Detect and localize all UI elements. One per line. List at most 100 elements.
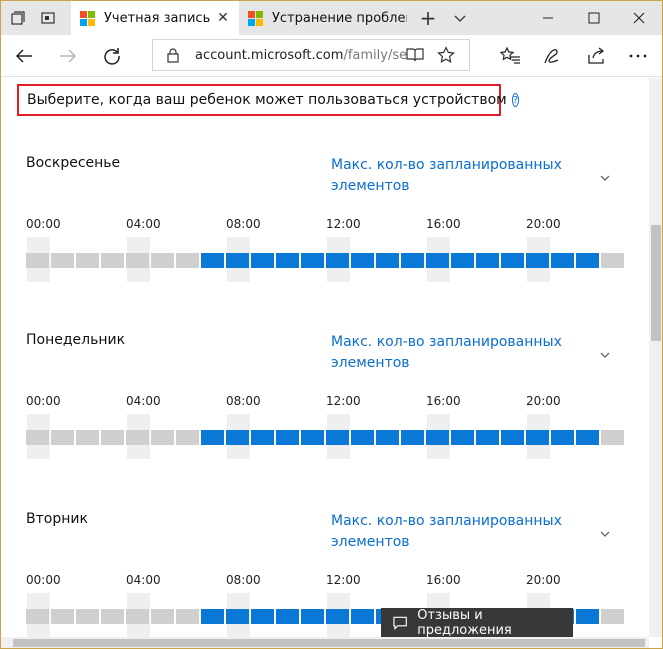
url-text[interactable]: account.microsoft.com/family/set: [195, 48, 407, 63]
help-icon[interactable]: ?: [511, 93, 520, 107]
time-slot[interactable]: [501, 253, 524, 268]
time-slot[interactable]: [601, 430, 624, 445]
new-tab-button[interactable]: +: [417, 6, 439, 30]
time-slot[interactable]: [76, 253, 99, 268]
time-slot[interactable]: [426, 430, 449, 445]
time-slot[interactable]: [101, 253, 124, 268]
tab-troubleshoot[interactable]: Устранение проблемь: [239, 1, 407, 35]
time-slot[interactable]: [601, 609, 624, 624]
more-options-icon[interactable]: [623, 41, 653, 71]
refresh-button[interactable]: [97, 41, 127, 71]
time-slot[interactable]: [401, 253, 424, 268]
time-slot[interactable]: [351, 430, 374, 445]
back-button[interactable]: [9, 41, 39, 71]
time-slot[interactable]: [176, 253, 199, 268]
chevron-down-icon[interactable]: [599, 172, 611, 184]
share-icon[interactable]: [581, 41, 611, 71]
time-slot[interactable]: [326, 609, 349, 624]
time-slot[interactable]: [226, 609, 249, 624]
tab-account[interactable]: Учетная запись Ma ✕: [71, 1, 239, 35]
max-scheduled-link[interactable]: Макс. кол-во запланированных элементов: [331, 511, 581, 553]
time-slot[interactable]: [376, 253, 399, 268]
time-slot[interactable]: [26, 430, 49, 445]
feedback-button[interactable]: Отзывы и предложения: [381, 608, 573, 638]
time-slot[interactable]: [151, 253, 174, 268]
time-slot[interactable]: [276, 430, 299, 445]
time-slot[interactable]: [201, 609, 224, 624]
time-slot[interactable]: [251, 609, 274, 624]
time-slot[interactable]: [351, 609, 374, 624]
vertical-scrollbar[interactable]: [649, 78, 662, 637]
time-slot[interactable]: [76, 609, 99, 624]
hour-label: 16:00: [426, 573, 461, 587]
time-slot[interactable]: [551, 253, 574, 268]
forward-button[interactable]: [53, 41, 83, 71]
time-slot[interactable]: [551, 430, 574, 445]
favorite-star-icon[interactable]: [437, 46, 455, 68]
time-slot[interactable]: [326, 430, 349, 445]
time-slot[interactable]: [301, 609, 324, 624]
time-slot[interactable]: [526, 253, 549, 268]
time-slot[interactable]: [226, 253, 249, 268]
chevron-down-icon[interactable]: [599, 349, 611, 361]
time-slot[interactable]: [51, 609, 74, 624]
time-slot[interactable]: [151, 430, 174, 445]
time-slot[interactable]: [101, 609, 124, 624]
time-slot[interactable]: [476, 430, 499, 445]
time-slot[interactable]: [576, 609, 599, 624]
time-slot[interactable]: [576, 430, 599, 445]
horizontal-scrollbar-thumb[interactable]: [13, 639, 645, 647]
vertical-scrollbar-thumb[interactable]: [651, 225, 661, 341]
time-slot[interactable]: [101, 430, 124, 445]
address-bar[interactable]: account.microsoft.com/family/set: [152, 39, 470, 71]
time-slot[interactable]: [326, 253, 349, 268]
time-slot[interactable]: [126, 430, 149, 445]
tab-manager-icon[interactable]: [7, 7, 29, 29]
time-slot[interactable]: [376, 430, 399, 445]
time-slot[interactable]: [76, 430, 99, 445]
time-slot[interactable]: [176, 430, 199, 445]
max-scheduled-link[interactable]: Макс. кол-во запланированных элементов: [331, 155, 581, 197]
time-slot[interactable]: [401, 430, 424, 445]
time-slot[interactable]: [501, 430, 524, 445]
tab-title: Учетная запись Ma: [104, 10, 213, 26]
time-slot[interactable]: [176, 609, 199, 624]
time-slot[interactable]: [576, 253, 599, 268]
time-slot[interactable]: [126, 253, 149, 268]
time-slot[interactable]: [201, 430, 224, 445]
reading-view-icon[interactable]: [405, 47, 425, 67]
pen-icon[interactable]: [537, 41, 567, 71]
time-slot[interactable]: [451, 253, 474, 268]
time-slot[interactable]: [301, 430, 324, 445]
time-slot[interactable]: [251, 253, 274, 268]
time-slot[interactable]: [201, 253, 224, 268]
favorites-hub-icon[interactable]: [495, 41, 525, 71]
time-slot[interactable]: [276, 253, 299, 268]
maximize-button[interactable]: [571, 1, 617, 35]
time-slot[interactable]: [51, 430, 74, 445]
time-slot[interactable]: [126, 609, 149, 624]
time-slot[interactable]: [51, 253, 74, 268]
tab-preview-icon[interactable]: [37, 7, 59, 29]
time-slot[interactable]: [276, 609, 299, 624]
minimize-button[interactable]: [525, 1, 571, 35]
max-scheduled-link[interactable]: Макс. кол-во запланированных элементов: [331, 332, 581, 374]
time-slot[interactable]: [301, 253, 324, 268]
time-slot[interactable]: [476, 253, 499, 268]
time-slot[interactable]: [451, 430, 474, 445]
close-window-button[interactable]: [616, 1, 662, 35]
chevron-down-icon[interactable]: [599, 528, 611, 540]
time-slot[interactable]: [426, 253, 449, 268]
chevron-down-icon[interactable]: [449, 7, 471, 29]
time-slot[interactable]: [351, 253, 374, 268]
time-slot[interactable]: [151, 609, 174, 624]
time-slot[interactable]: [601, 253, 624, 268]
time-slot[interactable]: [26, 609, 49, 624]
browser-window: Учетная запись Ma ✕ Устранение проблемь …: [0, 0, 663, 649]
close-icon[interactable]: ✕: [213, 10, 233, 26]
time-slot[interactable]: [26, 253, 49, 268]
time-slot[interactable]: [251, 430, 274, 445]
time-slot[interactable]: [526, 430, 549, 445]
day-schedule: Воскресенье Макс. кол-во запланированных …: [1, 155, 649, 325]
time-slot[interactable]: [226, 430, 249, 445]
